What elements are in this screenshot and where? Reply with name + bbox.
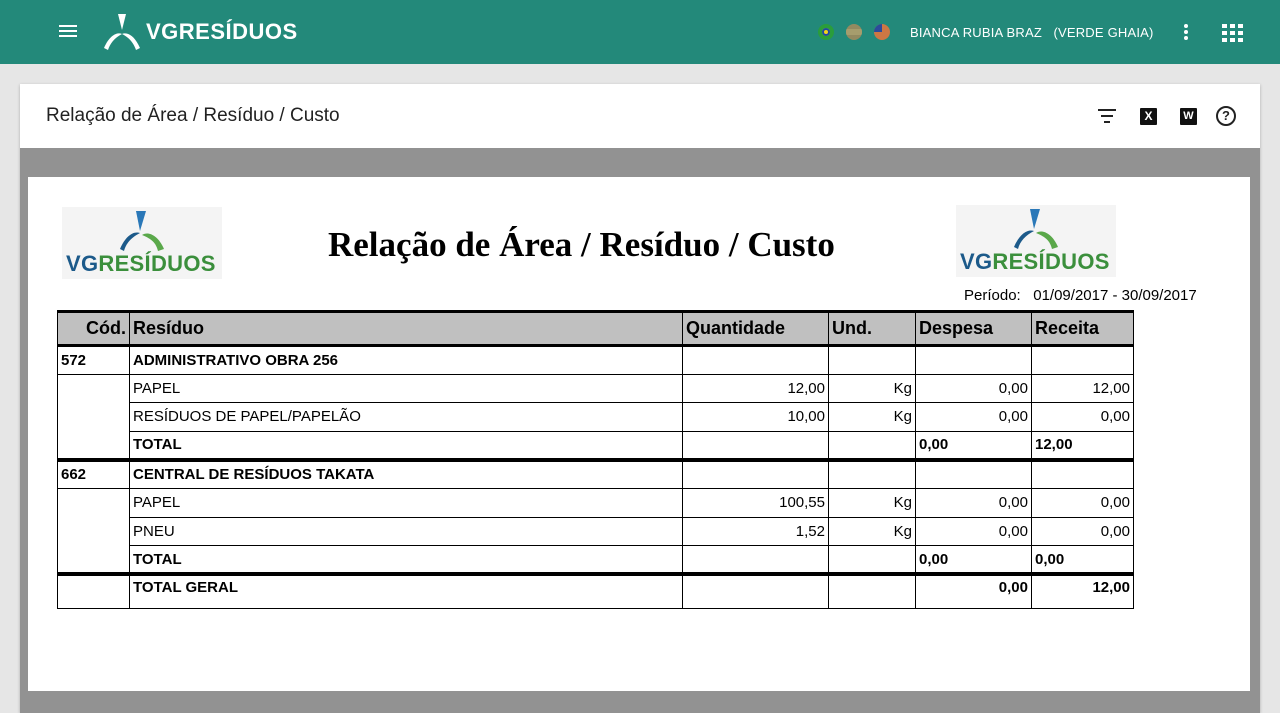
page-title: Relação de Área / Resíduo / Custo [46, 105, 340, 126]
area-total-row: TOTAL 0,00 0,00 [57, 545, 1134, 577]
user-name: BIANCA RUBIA BRAZ [910, 25, 1042, 40]
area-code: 662 [57, 459, 130, 489]
brand-logo[interactable]: VGRESÍDUOS [100, 12, 298, 52]
col-header-receita: Receita [1031, 310, 1134, 347]
residuo-cell: PAPEL [129, 487, 683, 518]
quantidade-cell: 10,00 [682, 402, 829, 432]
area-total-row: TOTAL 0,00 12,00 [57, 430, 1134, 462]
col-header-cod: Cód. [57, 310, 130, 347]
und-cell: Kg [828, 487, 916, 518]
report-title: Relação de Área / Resíduo / Custo [328, 225, 835, 264]
residuo-cell: RESÍDUOS DE PAPEL/PAPELÃO [129, 402, 683, 432]
total-receita: 0,00 [1031, 545, 1134, 577]
report-page: VGRESÍDUOS Relação de Área / Resíduo / C… [28, 177, 1250, 691]
quantidade-cell: 12,00 [682, 373, 829, 404]
receita-cell: 0,00 [1031, 516, 1134, 547]
word-icon[interactable]: W [1180, 108, 1197, 125]
area-row: 572 ADMINISTRATIVO OBRA 256 [57, 345, 1134, 375]
logo-text: VGRESÍDUOS [66, 251, 216, 276]
user-info[interactable]: BIANCA RUBIA BRAZ (VERDE GHAIA) [910, 25, 1154, 40]
report-viewer[interactable]: VGRESÍDUOS Relação de Área / Resíduo / C… [20, 148, 1260, 713]
col-header-quantidade: Quantidade [682, 310, 829, 347]
excel-icon[interactable]: X [1140, 108, 1157, 125]
total-receita: 12,00 [1031, 430, 1134, 462]
residuo-cell: PAPEL [129, 373, 683, 404]
total-label: TOTAL [129, 430, 683, 462]
grand-total-row: TOTAL GERAL 0,00 12,00 [57, 573, 1134, 609]
grand-total-label: TOTAL GERAL [129, 573, 683, 609]
report-period: Período: 01/09/2017 - 30/09/2017 [964, 287, 1197, 304]
table-row: PNEU 1,52 Kg 0,00 0,00 [57, 516, 1134, 547]
residuo-cell: PNEU [129, 516, 683, 547]
col-header-despesa: Despesa [915, 310, 1032, 347]
filter-icon[interactable] [1098, 109, 1116, 123]
report-table: Cód. Resíduo Quantidade Und. Despesa Rec… [57, 310, 1134, 609]
grand-total-receita: 12,00 [1031, 573, 1134, 609]
area-name: ADMINISTRATIVO OBRA 256 [129, 345, 683, 375]
logo-mark-icon [1014, 209, 1058, 249]
more-vert-icon[interactable] [1178, 22, 1194, 42]
brand-name: VGRESÍDUOS [146, 19, 298, 44]
card-header: Relação de Área / Resíduo / Custo X W ? [20, 84, 1260, 148]
menu-icon[interactable] [56, 22, 80, 42]
logo-mark-icon [120, 211, 164, 251]
und-cell: Kg [828, 516, 916, 547]
quantidade-cell: 1,52 [682, 516, 829, 547]
user-company: (VERDE GHAIA) [1053, 25, 1154, 40]
help-icon[interactable]: ? [1216, 106, 1236, 126]
brand-logo-icon [104, 14, 140, 50]
report-card: Relação de Área / Resíduo / Custo X W ? … [20, 84, 1260, 713]
despesa-cell: 0,00 [915, 487, 1032, 518]
area-code: 572 [57, 345, 130, 375]
language-selector [818, 24, 890, 40]
col-header-residuo: Resíduo [129, 310, 683, 347]
und-cell: Kg [828, 373, 916, 404]
area-row: 662 CENTRAL DE RESÍDUOS TAKATA [57, 459, 1134, 489]
area-name: CENTRAL DE RESÍDUOS TAKATA [129, 459, 683, 489]
total-despesa: 0,00 [915, 545, 1032, 577]
spain-flag-icon[interactable] [846, 24, 862, 40]
table-row: PAPEL 12,00 Kg 0,00 12,00 [57, 373, 1134, 404]
despesa-cell: 0,00 [915, 402, 1032, 432]
report-logo-right: VGRESÍDUOS [956, 205, 1116, 277]
logo-text: VGRESÍDUOS [960, 249, 1110, 274]
despesa-cell: 0,00 [915, 516, 1032, 547]
table-row: PAPEL 100,55 Kg 0,00 0,00 [57, 487, 1134, 518]
table-header-row: Cód. Resíduo Quantidade Und. Despesa Rec… [57, 310, 1134, 347]
report-logo-left: VGRESÍDUOS [62, 207, 222, 279]
despesa-cell: 0,00 [915, 373, 1032, 404]
quantidade-cell: 100,55 [682, 487, 829, 518]
top-app-bar: VGRESÍDUOS BIANCA RUBIA BRAZ (VERDE GHAI… [0, 0, 1280, 64]
receita-cell: 0,00 [1031, 402, 1134, 432]
apps-grid-icon[interactable] [1222, 24, 1243, 42]
total-label: TOTAL [129, 545, 683, 577]
receita-cell: 0,00 [1031, 487, 1134, 518]
brazil-flag-icon[interactable] [818, 24, 834, 40]
period-label: Período: [964, 287, 1021, 304]
period-value: 01/09/2017 - 30/09/2017 [1033, 287, 1197, 304]
und-cell: Kg [828, 402, 916, 432]
grand-total-despesa: 0,00 [915, 573, 1032, 609]
table-row: RESÍDUOS DE PAPEL/PAPELÃO 10,00 Kg 0,00 … [57, 402, 1134, 432]
col-header-und: Und. [828, 310, 916, 347]
total-despesa: 0,00 [915, 430, 1032, 462]
usa-flag-icon[interactable] [874, 24, 890, 40]
receita-cell: 12,00 [1031, 373, 1134, 404]
